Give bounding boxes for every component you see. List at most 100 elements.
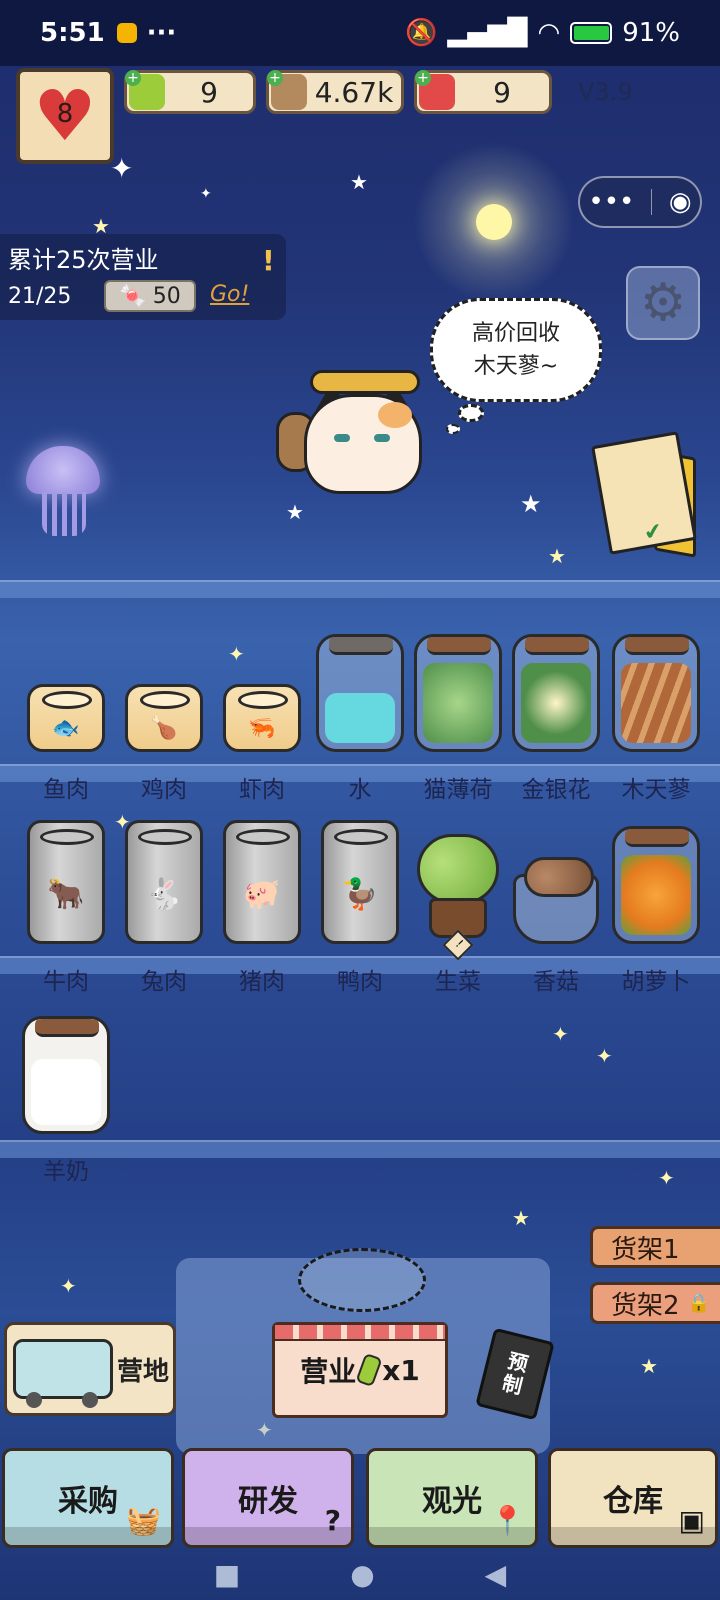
ticket-value: 9 (493, 75, 511, 109)
dried-fish-icon: + (267, 70, 307, 110)
heart-icon: ♥ 8 (33, 75, 97, 157)
shelf-item-lettuce[interactable]: ! 生菜 (410, 824, 506, 995)
open-shop-button[interactable]: 营业 x1 (272, 1322, 448, 1418)
star-icon: ★ (548, 544, 566, 568)
shelf-item-carrot[interactable]: 胡萝卜 (608, 824, 704, 995)
add-icon[interactable]: + (267, 70, 283, 86)
mini-program-capsule: ••• ◉ (578, 176, 702, 228)
item-label: 胡萝卜 (621, 969, 691, 995)
drink-resource[interactable]: + 9 (124, 70, 256, 114)
task-go-link[interactable]: Go! (210, 282, 249, 307)
drink-bottle-icon: + (125, 70, 165, 110)
alert-icon: ! (262, 244, 275, 277)
carrot-jar (612, 826, 700, 944)
back-icon[interactable]: ◀ (485, 1558, 507, 1591)
fish-can: 🐟 (27, 684, 105, 752)
shelf-tab-label: 货架2 (611, 1290, 680, 1321)
task-panel[interactable]: 累计25次营业 21/25 🍬 50 Go! ! (0, 234, 286, 320)
beef-tin: 🐂 (27, 820, 105, 944)
shelf-item-water[interactable]: 水 (312, 632, 408, 803)
shelf-item-shrimp[interactable]: 🦐 虾肉 (214, 632, 310, 803)
catnip-jar (414, 634, 502, 752)
calendar-board[interactable]: ✔ (591, 430, 702, 558)
nav-purchase-button[interactable]: 采购 🧺 (2, 1448, 174, 1548)
button-shadow (551, 1527, 715, 1545)
app-notification-icon (116, 23, 137, 43)
shelf-item-pork[interactable]: 🐖 猪肉 (214, 820, 310, 995)
task-reward: 🍬 50 (104, 280, 196, 312)
add-icon[interactable]: + (125, 70, 141, 86)
star-icon: ✦ (658, 1166, 675, 1190)
button-shadow (185, 1527, 351, 1545)
camp-label: 营地 (117, 1356, 170, 1387)
shelf-item-catnip[interactable]: 猫薄荷 (410, 632, 506, 803)
shelf-item-fish[interactable]: 🐟 鱼肉 (18, 632, 114, 803)
shelf-item-goat-milk[interactable]: 羊奶 (18, 1014, 114, 1185)
rabbit-icon: 🐇 (145, 877, 183, 912)
jellyfish[interactable] (20, 440, 110, 540)
open-count: x1 (382, 1353, 420, 1387)
tip-bowl[interactable] (298, 1248, 426, 1312)
drink-bottle-icon (355, 1352, 383, 1388)
settings-button[interactable]: ⚙ (626, 266, 700, 340)
more-icon[interactable]: ••• (588, 187, 634, 217)
shelf-item-beef[interactable]: 🐂 牛肉 (18, 820, 114, 995)
cat-character[interactable] (276, 370, 442, 502)
water-jar (316, 634, 404, 752)
cat-eye (334, 434, 350, 442)
home-icon[interactable]: ● (350, 1558, 374, 1591)
camp-button[interactable]: 营地 (4, 1322, 176, 1416)
shelf-tab-1[interactable]: 货架1 (590, 1226, 720, 1268)
shelf-item-honeysuckle[interactable]: 金银花 (508, 632, 604, 803)
hearts-value: 8 (56, 99, 74, 129)
rabbit-tin: 🐇 (125, 820, 203, 944)
shrimp-icon: 🦐 (248, 716, 276, 741)
nav-sightseeing-button[interactable]: 观光 📍 (366, 1448, 538, 1548)
battery-icon (570, 22, 613, 44)
shelf-tab-label: 货架1 (611, 1234, 680, 1265)
cat-eye (374, 434, 390, 442)
battery-percent: 91% (622, 18, 680, 48)
hearts-counter[interactable]: ♥ 8 (16, 68, 114, 164)
status-overflow: ··· (146, 18, 177, 48)
honeysuckle-jar (512, 634, 600, 752)
bubble-tail (446, 424, 460, 434)
nav-research-button[interactable]: 研发 ? (182, 1448, 354, 1548)
shelf-item-rabbit[interactable]: 🐇 兔肉 (116, 820, 212, 995)
cat-hat (310, 370, 420, 394)
button-shadow (369, 1527, 535, 1545)
star-icon: ✦ (200, 186, 212, 202)
lettuce-pot: ! (415, 834, 501, 961)
fish-resource[interactable]: + 4.67k (266, 70, 404, 114)
nav-research-label: 研发 (238, 1484, 298, 1519)
nav-warehouse-label: 仓库 (603, 1484, 663, 1519)
silvervine-jar (612, 634, 700, 752)
speech-bubble: 高价回收 木天蓼~ (430, 298, 602, 402)
close-target-icon[interactable]: ◉ (669, 187, 692, 217)
preorder-label-2: 制 (499, 1370, 525, 1399)
star-icon: ★ (350, 170, 368, 194)
item-label: 木天蓼 (621, 777, 691, 803)
ticket-resource[interactable]: + 9 (414, 70, 552, 114)
shelf-item-mushroom[interactable]: 香菇 (508, 824, 604, 995)
recents-icon[interactable]: ■ (214, 1558, 240, 1591)
add-icon[interactable]: + (415, 70, 431, 86)
version-label: V3.9 (578, 78, 633, 106)
shrimp-can: 🦐 (223, 684, 301, 752)
jellyfish-cap (26, 446, 100, 494)
capsule-divider (651, 189, 653, 215)
bubble-line-1: 高价回收 (471, 321, 560, 346)
task-progress: 21/25 (8, 284, 72, 309)
pork-tin: 🐖 (223, 820, 301, 944)
shelf-tab-2[interactable]: 货架2 🔒 (590, 1282, 720, 1324)
shelf-item-duck[interactable]: 🦆 鸭肉 (312, 820, 408, 995)
nav-warehouse-button[interactable]: 仓库 ▣ (548, 1448, 718, 1548)
shelf-item-chicken[interactable]: 🍗 鸡肉 (116, 632, 212, 803)
gear-icon: ⚙ (639, 273, 687, 333)
shelf-item-silvervine[interactable]: 木天蓼 (608, 632, 704, 803)
bubble-tail (458, 404, 484, 422)
open-label: 营业 (300, 1355, 357, 1388)
fish-value: 4.67k (314, 75, 394, 109)
battery-fill (574, 26, 609, 40)
wifi-icon: ◠ (537, 18, 561, 48)
